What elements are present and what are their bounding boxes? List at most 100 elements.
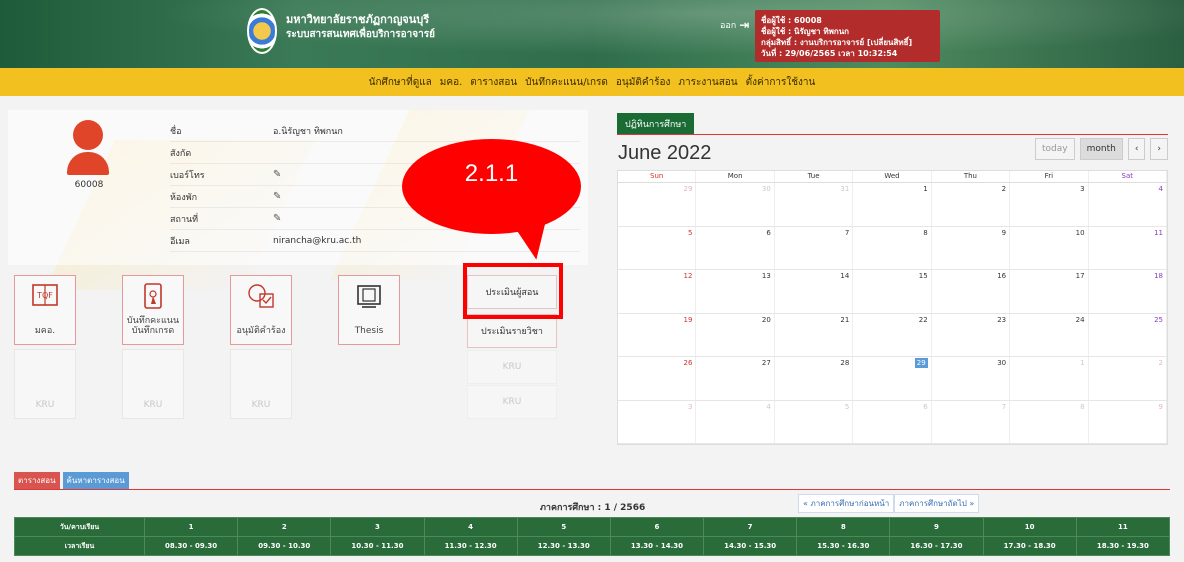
profile-label: อีเมล (170, 236, 190, 247)
calendar-day-number: 5 (844, 402, 850, 411)
prev-term-button[interactable]: « ภาคการศึกษาก่อนหน้า (798, 494, 895, 513)
calendar-day-number: 7 (844, 228, 850, 237)
empty-button: KRU (467, 350, 557, 384)
nav-approve-requests[interactable]: อนุมัติคำร้อง (616, 75, 671, 90)
weekday-label: Fri (1010, 171, 1089, 182)
calendar-day[interactable]: 6 (853, 400, 932, 443)
tile-approve[interactable]: อนุมัติคำร้อง (230, 275, 292, 345)
profile-value: อ.นิรัญชา ทิพกนก (273, 126, 343, 137)
calendar-day[interactable]: 9 (1089, 400, 1167, 443)
calendar-day[interactable]: 19 (618, 313, 697, 356)
today-button[interactable]: today (1035, 138, 1075, 160)
edit-icon[interactable]: ✎ (273, 213, 281, 224)
nav-teaching-load[interactable]: ภาระงานสอน (678, 75, 737, 90)
schedule-cell: 17.30 - 18.30 (982, 536, 1077, 556)
calendar-day[interactable]: 8 (1010, 400, 1089, 443)
calendar-day[interactable]: 13 (696, 270, 775, 313)
nav-tqf[interactable]: มคอ. (440, 75, 462, 90)
tile-empty: KRU (14, 349, 76, 419)
tile-grades[interactable]: บันทึกคะแนน บันทึกเกรด (122, 275, 184, 345)
tile-label: Thesis (354, 326, 384, 336)
tile-thesis[interactable]: Thesis (338, 275, 400, 345)
calendar-day[interactable]: 15 (853, 270, 932, 313)
user-datetime: วันที่ : 29/06/2565 เวลา 10:32:54 (761, 49, 898, 58)
calendar-day[interactable]: 14 (775, 270, 854, 313)
schedule-cell: 8 (796, 517, 891, 537)
calendar-day[interactable]: 2 (932, 183, 1011, 226)
calendar-day[interactable]: 30 (696, 183, 775, 226)
user-role[interactable]: กลุ่มสิทธิ์ : งานบริการอาจารย์ [เปลี่ยนส… (761, 37, 934, 48)
calendar-day[interactable]: 17 (1010, 270, 1089, 313)
user-login-id: ชื่อผู้ใช้ : 60008 (761, 16, 822, 25)
calendar-day[interactable]: 27 (696, 357, 775, 400)
calendar-day[interactable]: 2 (1089, 357, 1167, 400)
calendar-day[interactable]: 7 (932, 400, 1011, 443)
nav-settings[interactable]: ตั้งค่าการใช้งาน (746, 75, 816, 90)
nav-grades[interactable]: บันทึกคะแนน/เกรด (525, 75, 608, 90)
tab-timetable[interactable]: ตารางสอน (14, 472, 60, 489)
calendar-tab[interactable]: ปฏิทินการศึกษา (617, 113, 695, 135)
calendar-day[interactable]: 8 (853, 226, 932, 269)
calendar-day[interactable]: 10 (1010, 226, 1089, 269)
calendar-day-number: 31 (840, 185, 850, 193)
calendar-day-number: 9 (1001, 228, 1007, 237)
calendar-day[interactable]: 6 (696, 226, 775, 269)
calendar-day[interactable]: 5 (618, 226, 697, 269)
calendar-day[interactable]: 3 (618, 400, 697, 443)
tile-label: มคอ. (34, 326, 56, 336)
nav-advisees[interactable]: นักศึกษาที่ดูแล (369, 75, 432, 90)
calendar-day[interactable]: 26 (618, 357, 697, 400)
logout-button[interactable]: ออก ⇥ (720, 18, 749, 32)
calendar-day[interactable]: 4 (696, 400, 775, 443)
calendar-day[interactable]: 24 (1010, 313, 1089, 356)
calendar-day[interactable]: 16 (932, 270, 1011, 313)
tab-search-timetable[interactable]: ค้นหาตารางสอน (62, 472, 129, 489)
calendar-day[interactable]: 12 (618, 270, 697, 313)
calendar-day[interactable]: 11 (1089, 226, 1167, 269)
university-logo (247, 8, 277, 54)
calendar-controls: today month ‹ › (1035, 138, 1169, 160)
logout-icon: ⇥ (739, 18, 750, 32)
calendar-day-number: 13 (761, 272, 771, 280)
calendar-day[interactable]: 29 (618, 183, 697, 226)
prev-month-button[interactable]: ‹ (1127, 138, 1146, 160)
schedule-cell: 1 (143, 517, 239, 537)
calendar-day[interactable]: 18 (1089, 270, 1167, 313)
schedule-cell: 16.30 - 17.30 (889, 536, 984, 556)
calendar-day[interactable]: 7 (775, 226, 854, 269)
calendar-day[interactable]: 20 (696, 313, 775, 356)
edit-icon[interactable]: ✎ (273, 169, 281, 180)
tile-empty: KRU (122, 349, 184, 419)
calendar-week-row: 19 20 21 22 23 24 25 (618, 313, 1167, 357)
edit-icon[interactable]: ✎ (273, 191, 281, 202)
nav-timetable[interactable]: ตารางสอน (470, 75, 517, 90)
calendar-day[interactable]: 30 (932, 357, 1011, 400)
evaluate-course-button[interactable]: ประเมินรายวิชา (467, 314, 557, 348)
calendar-day[interactable]: 23 (932, 313, 1011, 356)
calendar-day[interactable]: 22 (853, 313, 932, 356)
calendar-day[interactable]: 5 (775, 400, 854, 443)
calendar-day[interactable]: 29 (853, 357, 932, 400)
month-view-button[interactable]: month (1079, 138, 1123, 160)
calendar-day[interactable]: 3 (1010, 183, 1089, 226)
calendar-day[interactable]: 1 (1010, 357, 1089, 400)
profile-label: เบอร์โทร (170, 170, 205, 181)
calendar-day[interactable]: 31 (775, 183, 854, 226)
next-month-button[interactable]: › (1150, 138, 1169, 160)
calendar-day-number: 2 (1158, 359, 1163, 367)
next-term-button[interactable]: ภาคการศึกษาถัดไป » (894, 494, 980, 513)
calendar-day[interactable]: 28 (775, 357, 854, 400)
calendar-day-number: 8 (923, 228, 928, 237)
thesis-book-icon (357, 285, 381, 308)
calendar-day[interactable]: 4 (1089, 183, 1167, 226)
calendar-day-number: 28 (840, 359, 850, 367)
calendar-day[interactable]: 25 (1089, 313, 1167, 356)
calendar-day[interactable]: 1 (853, 183, 932, 226)
weekday-label: Thu (932, 171, 1011, 182)
schedule-cell: 2 (237, 517, 332, 537)
tile-tqf[interactable]: TQF มคอ. (14, 275, 76, 345)
calendar-day[interactable]: 9 (932, 226, 1011, 269)
calendar-day[interactable]: 21 (775, 313, 854, 356)
weekday-label: Sun (618, 171, 697, 182)
calendar-day-number: 19 (683, 315, 693, 324)
